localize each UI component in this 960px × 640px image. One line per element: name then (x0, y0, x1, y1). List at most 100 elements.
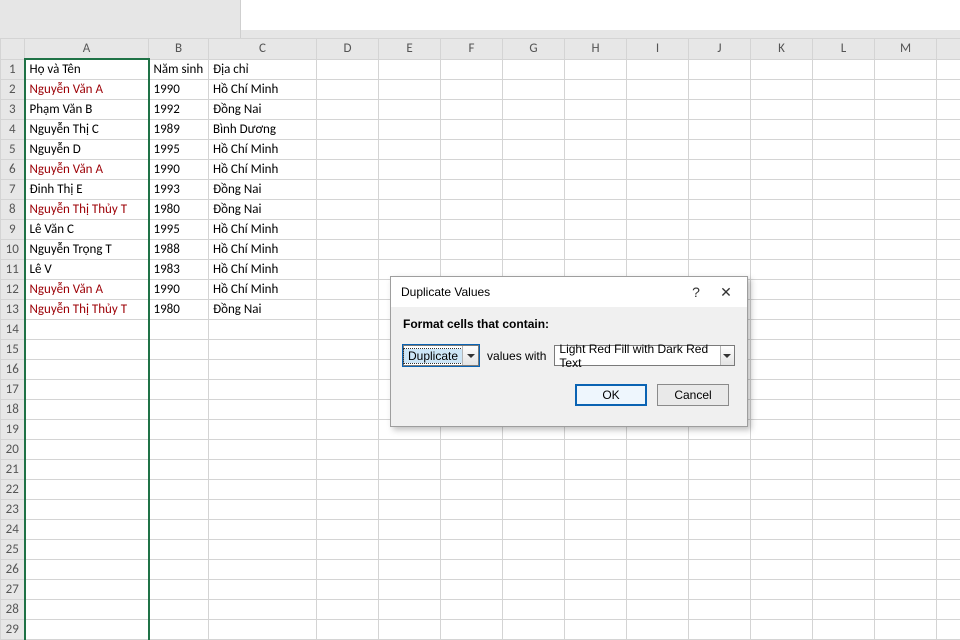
cell-B18[interactable] (149, 400, 209, 420)
cell[interactable] (317, 100, 379, 120)
cell[interactable] (751, 340, 813, 360)
cell-B4[interactable]: 1989 (149, 120, 209, 140)
cell[interactable] (689, 580, 751, 600)
cell[interactable] (317, 59, 379, 80)
ok-button[interactable]: OK (575, 384, 647, 406)
cell[interactable] (441, 460, 503, 480)
cell[interactable] (751, 260, 813, 280)
cell[interactable] (813, 100, 875, 120)
format-style-select[interactable]: Light Red Fill with Dark Red Text (554, 345, 735, 366)
cell[interactable] (317, 540, 379, 560)
cell[interactable] (937, 80, 960, 100)
cell-A14[interactable] (25, 320, 149, 340)
cell[interactable] (317, 260, 379, 280)
cell[interactable] (937, 560, 960, 580)
cell-C19[interactable] (209, 420, 317, 440)
row-header-4[interactable]: 4 (1, 120, 25, 140)
col-header-F[interactable]: F (441, 39, 503, 60)
cell[interactable] (813, 540, 875, 560)
cell-A17[interactable] (25, 380, 149, 400)
cell[interactable] (503, 120, 565, 140)
cell[interactable] (813, 120, 875, 140)
cell[interactable] (937, 400, 960, 420)
cell[interactable] (813, 620, 875, 640)
cell[interactable] (317, 80, 379, 100)
cell[interactable] (689, 59, 751, 80)
cell-B11[interactable]: 1983 (149, 260, 209, 280)
cell[interactable] (751, 560, 813, 580)
cell-C21[interactable] (209, 460, 317, 480)
cell-C18[interactable] (209, 400, 317, 420)
cell-A8[interactable]: Nguyễn Thị Thủy T (25, 200, 149, 220)
cell-A27[interactable] (25, 580, 149, 600)
cell[interactable] (751, 380, 813, 400)
cell[interactable] (627, 460, 689, 480)
cell[interactable] (379, 100, 441, 120)
cell[interactable] (689, 180, 751, 200)
cell[interactable] (937, 360, 960, 380)
cell[interactable] (813, 240, 875, 260)
cell-B24[interactable] (149, 520, 209, 540)
cell[interactable] (379, 80, 441, 100)
cell[interactable] (751, 400, 813, 420)
cell-B23[interactable] (149, 500, 209, 520)
cell[interactable] (937, 480, 960, 500)
cell[interactable] (937, 100, 960, 120)
cell[interactable] (379, 240, 441, 260)
cell[interactable] (565, 80, 627, 100)
cell-B5[interactable]: 1995 (149, 140, 209, 160)
cell-C2[interactable]: Hồ Chí Minh (209, 80, 317, 100)
cell-B20[interactable] (149, 440, 209, 460)
cell-B25[interactable] (149, 540, 209, 560)
cell[interactable] (875, 120, 937, 140)
col-header-A[interactable]: A (25, 39, 149, 60)
cell[interactable] (689, 120, 751, 140)
cell[interactable] (689, 560, 751, 580)
cell[interactable] (379, 560, 441, 580)
cell[interactable] (379, 180, 441, 200)
cell[interactable] (689, 80, 751, 100)
cell[interactable] (875, 260, 937, 280)
cell[interactable] (565, 59, 627, 80)
cell-B13[interactable]: 1980 (149, 300, 209, 320)
cell[interactable] (937, 280, 960, 300)
cell[interactable] (565, 500, 627, 520)
cell-A24[interactable] (25, 520, 149, 540)
cell-A21[interactable] (25, 460, 149, 480)
cell[interactable] (317, 360, 379, 380)
cell-B3[interactable]: 1992 (149, 100, 209, 120)
cell-B9[interactable]: 1995 (149, 220, 209, 240)
cell[interactable] (317, 600, 379, 620)
cell[interactable] (317, 160, 379, 180)
cell[interactable] (937, 520, 960, 540)
cell[interactable] (813, 560, 875, 580)
cell[interactable] (751, 580, 813, 600)
cell[interactable] (379, 140, 441, 160)
cell-B19[interactable] (149, 420, 209, 440)
cancel-button[interactable]: Cancel (657, 384, 729, 406)
col-header-C[interactable]: C (209, 39, 317, 60)
cell[interactable] (751, 160, 813, 180)
cell-A3[interactable]: Phạm Văn B (25, 100, 149, 120)
cell[interactable] (751, 140, 813, 160)
cell-B29[interactable] (149, 620, 209, 640)
cell[interactable] (875, 540, 937, 560)
cell[interactable] (875, 140, 937, 160)
cell[interactable] (379, 59, 441, 80)
cell[interactable] (565, 160, 627, 180)
cell[interactable] (317, 380, 379, 400)
cell[interactable] (813, 280, 875, 300)
cell[interactable] (627, 620, 689, 640)
row-header-24[interactable]: 24 (1, 520, 25, 540)
cell[interactable] (751, 520, 813, 540)
cell[interactable] (441, 600, 503, 620)
cell[interactable] (317, 560, 379, 580)
cell[interactable] (689, 160, 751, 180)
cell[interactable] (813, 200, 875, 220)
cell[interactable] (317, 280, 379, 300)
cell-C11[interactable]: Hồ Chí Minh (209, 260, 317, 280)
cell[interactable] (875, 420, 937, 440)
cell-C4[interactable]: Bình Dương (209, 120, 317, 140)
row-header-13[interactable]: 13 (1, 300, 25, 320)
cell[interactable] (317, 120, 379, 140)
